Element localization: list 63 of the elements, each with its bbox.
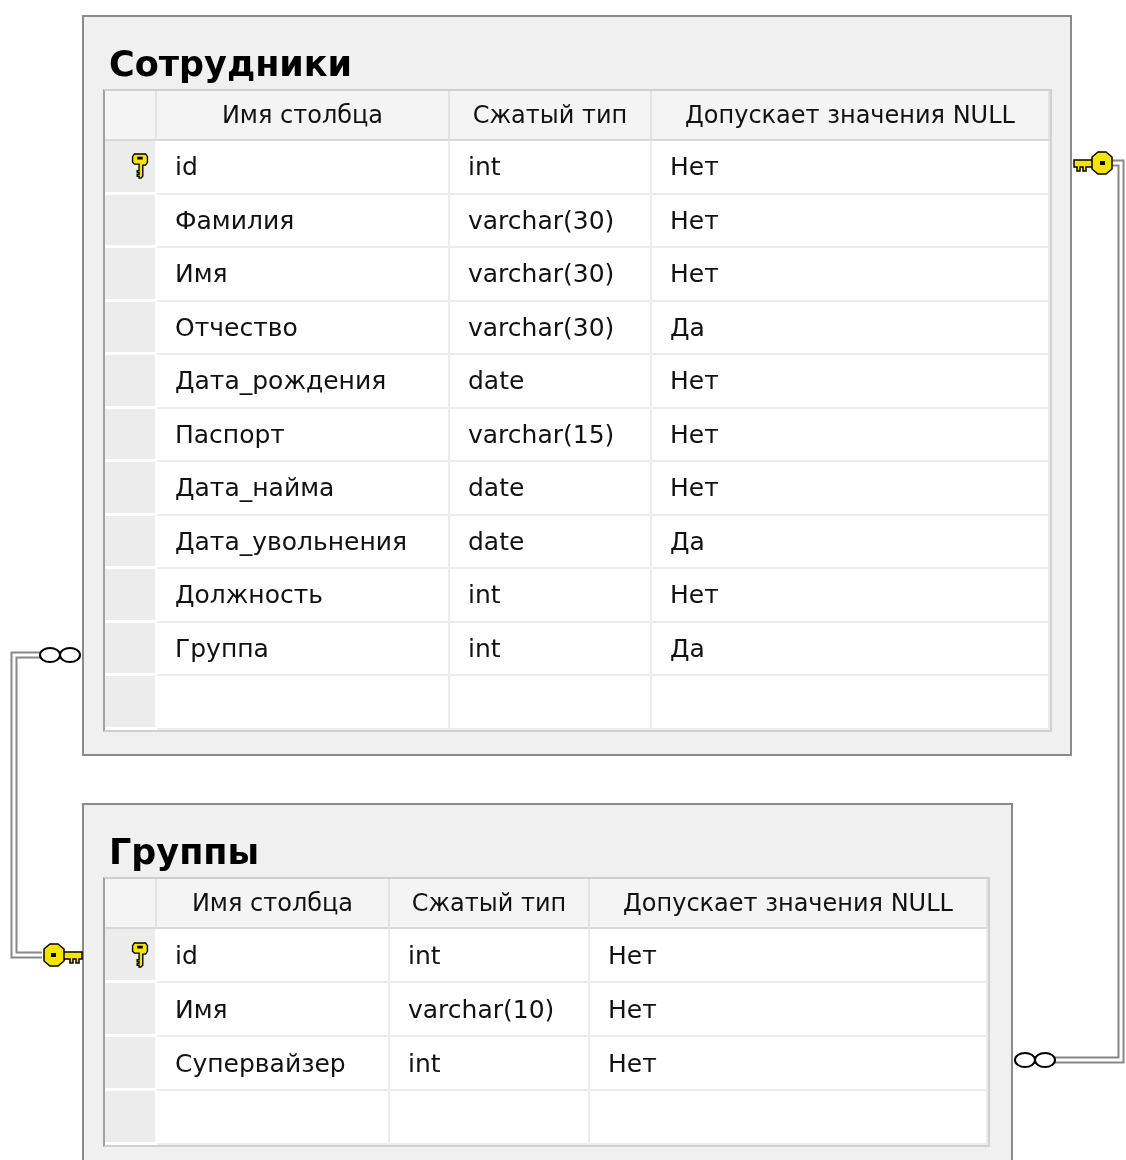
column-header[interactable]: Сжатый тип	[390, 879, 590, 929]
empty-cell[interactable]	[390, 1091, 590, 1145]
column-header[interactable]: Допускает значения NULL	[590, 879, 988, 929]
table-cell: id	[157, 141, 450, 195]
table-cell: date	[450, 355, 652, 409]
table-cell: Нет	[652, 408, 1050, 462]
table-cell: Да	[652, 622, 1050, 676]
table-cell: int	[390, 1037, 590, 1091]
table-cell: int	[450, 569, 652, 623]
table-cell: Нет	[652, 462, 1050, 516]
empty-cell[interactable]	[652, 676, 1050, 730]
table-cell: Нет	[590, 1037, 988, 1091]
table-cell: Дата_увольнения	[157, 515, 450, 569]
column-header[interactable]: Допускает значения NULL	[652, 91, 1050, 141]
table-cell: Нет	[590, 983, 988, 1037]
table-cell: Дата_найма	[157, 462, 450, 516]
key-icon	[131, 153, 149, 180]
key-icon	[131, 941, 149, 968]
row-selector[interactable]	[105, 929, 157, 983]
table-cell: varchar(30)	[450, 248, 652, 302]
table-cell: int	[450, 141, 652, 195]
table-cell: Да	[652, 301, 1050, 355]
table-cell: Группа	[157, 622, 450, 676]
table-cell: int	[450, 622, 652, 676]
table-cell: varchar(10)	[390, 983, 590, 1037]
empty-cell[interactable]	[450, 676, 652, 730]
table-cell: Супервайзер	[157, 1037, 390, 1091]
table-cell: Должность	[157, 569, 450, 623]
table-cell: Нет	[652, 569, 1050, 623]
table-cell: Паспорт	[157, 408, 450, 462]
table-cell: id	[157, 929, 390, 983]
table-cell: Нет	[652, 355, 1050, 409]
table-title: Сотрудники	[109, 43, 353, 86]
table-cell: Отчество	[157, 301, 450, 355]
table-cell: Нет	[590, 929, 988, 983]
row-selector[interactable]	[105, 141, 157, 195]
table-cell: varchar(30)	[450, 194, 652, 248]
table-cell: date	[450, 462, 652, 516]
column-header[interactable]: Имя столбца	[157, 91, 450, 141]
column-header[interactable]: Имя столбца	[157, 879, 390, 929]
table-window[interactable]: Группы Имя столбца Сжатый тип Допускает значения NULL id int Нет Имя varchar(10) Нет Супервайзер int Нет	[82, 803, 1013, 1160]
table-window[interactable]	[82, 15, 1072, 756]
table-cell: Нет	[652, 141, 1050, 195]
table-cell: Дата_рождения	[157, 355, 450, 409]
infinity-icon	[39, 647, 81, 663]
table-cell: int	[390, 929, 590, 983]
table-cell: Нет	[652, 194, 1050, 248]
table-cell: varchar(15)	[450, 408, 652, 462]
key-icon	[1073, 151, 1113, 175]
table-cell: Нет	[652, 248, 1050, 302]
table-cell: Имя	[157, 983, 390, 1037]
table-cell: varchar(30)	[450, 301, 652, 355]
key-icon	[43, 943, 83, 967]
table-cell: Имя	[157, 248, 450, 302]
table-cell: date	[450, 515, 652, 569]
infinity-icon	[1014, 1052, 1056, 1068]
table-cell: Да	[652, 515, 1050, 569]
row-selector-header	[105, 91, 157, 141]
empty-cell[interactable]	[590, 1091, 988, 1145]
table-cell: Фамилия	[157, 194, 450, 248]
row-selector-header	[105, 879, 157, 929]
column-header[interactable]: Сжатый тип	[450, 91, 652, 141]
table-title: Группы	[109, 831, 260, 874]
